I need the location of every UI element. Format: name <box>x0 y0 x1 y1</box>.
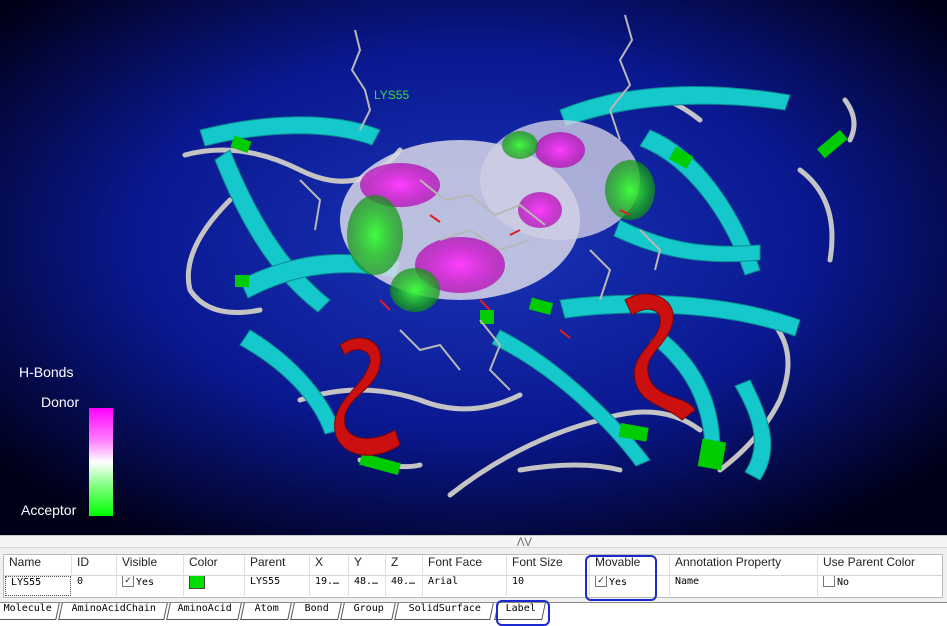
cell-visible[interactable]: ✓ Yes <box>117 576 184 596</box>
col-header-movable[interactable]: Movable <box>590 555 670 575</box>
col-header-use-parent-color[interactable]: Use Parent Color <box>818 555 942 575</box>
col-header-font-size[interactable]: Font Size <box>507 555 590 575</box>
cell-x[interactable]: 19.… <box>310 576 349 596</box>
cell-color[interactable] <box>184 576 245 596</box>
hbond-legend-donor: Donor <box>41 394 80 410</box>
cell-annotation-property[interactable]: Name <box>670 576 818 596</box>
use-parent-color-checkbox[interactable] <box>823 576 835 587</box>
col-header-visible[interactable]: Visible <box>117 555 184 575</box>
cell-parent[interactable]: LYS55 <box>245 576 310 596</box>
col-header-id[interactable]: ID <box>72 555 117 575</box>
cell-font-size[interactable]: 10 <box>507 576 590 596</box>
tab-atom[interactable]: Atom <box>240 603 292 620</box>
table-row[interactable]: LYS55 0 ✓ Yes LYS55 19.… 48.… 40.… Arial … <box>4 576 942 596</box>
cell-use-parent-color[interactable]: No <box>818 576 942 596</box>
col-header-name[interactable]: Name <box>4 555 72 575</box>
col-header-color[interactable]: Color <box>184 555 245 575</box>
movable-value: Yes <box>609 577 628 588</box>
splitter-grip-icon[interactable]: ⋀⋁ <box>517 536 532 548</box>
residue-label[interactable]: LYS55 <box>374 88 409 102</box>
grid-header-row: Name ID Visible Color Parent X Y Z Font … <box>4 555 942 576</box>
panel-splitter[interactable]: ⋀⋁ <box>0 535 947 548</box>
cell-name[interactable]: LYS55 <box>5 576 71 596</box>
col-header-annotation-property[interactable]: Annotation Property <box>670 555 818 575</box>
object-tabs: Molecule AminoAcidChain AminoAcid Atom B… <box>0 602 947 626</box>
cell-font-face[interactable]: Arial <box>423 576 507 596</box>
hbond-color-scale <box>89 408 113 516</box>
tab-label[interactable]: Label <box>494 603 546 620</box>
hbond-legend-acceptor: Acceptor <box>21 502 77 518</box>
cell-z[interactable]: 40.… <box>386 576 423 596</box>
tab-aminoacid[interactable]: AminoAcid <box>166 603 242 620</box>
properties-grid[interactable]: Name ID Visible Color Parent X Y Z Font … <box>3 554 943 598</box>
use-parent-color-value: No <box>837 577 850 588</box>
visible-value: Yes <box>136 577 155 588</box>
tab-solidsurface[interactable]: SolidSurface <box>394 603 494 620</box>
cell-id[interactable]: 0 <box>72 576 117 596</box>
movable-checkbox[interactable]: ✓ <box>595 576 607 587</box>
color-swatch[interactable] <box>189 576 205 589</box>
tab-aminoacidchain[interactable]: AminoAcidChain <box>58 603 168 620</box>
protein-render <box>0 0 947 535</box>
col-header-parent[interactable]: Parent <box>245 555 310 575</box>
tab-group[interactable]: Group <box>340 603 396 620</box>
col-header-x[interactable]: X <box>310 555 349 575</box>
molecule-viewport[interactable]: H-Bonds Donor Acceptor LYS55 <box>0 0 947 535</box>
tab-molecule[interactable]: Molecule <box>0 603 60 620</box>
col-header-font-face[interactable]: Font Face <box>423 555 507 575</box>
hbond-legend-title: H-Bonds <box>19 364 74 380</box>
cell-movable[interactable]: ✓ Yes <box>590 576 670 596</box>
col-header-y[interactable]: Y <box>349 555 386 575</box>
cell-y[interactable]: 48.… <box>349 576 386 596</box>
visible-checkbox[interactable]: ✓ <box>122 576 134 587</box>
col-header-z[interactable]: Z <box>386 555 423 575</box>
tab-bond[interactable]: Bond <box>290 603 342 620</box>
